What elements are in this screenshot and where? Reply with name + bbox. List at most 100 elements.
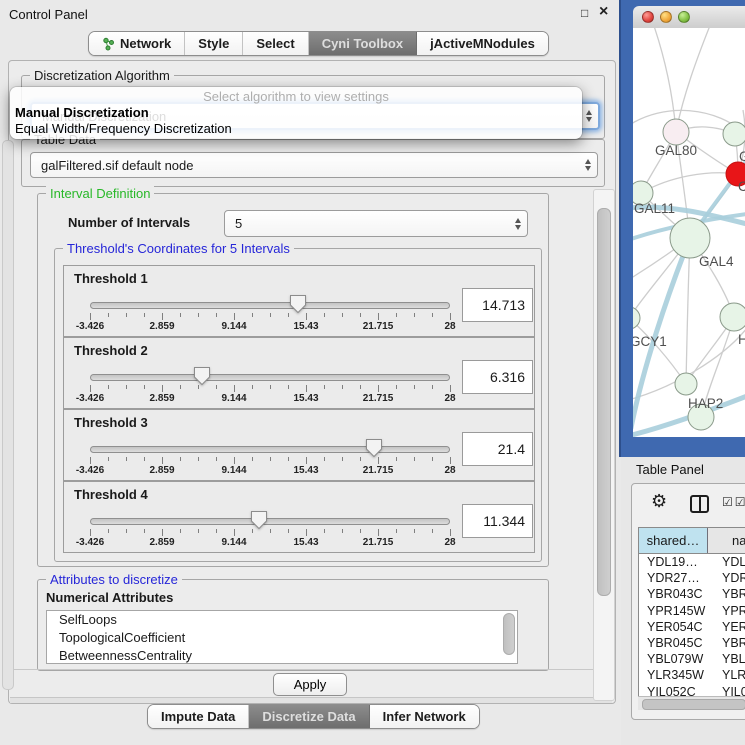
slider-minor-tick (342, 385, 343, 389)
slider-tick-label: 9.144 (212, 321, 256, 332)
slider-minor-tick (108, 529, 109, 533)
threshold-value-field[interactable]: 6.316 (462, 360, 533, 394)
tab-cyni-toolbox[interactable]: Cyni Toolbox (309, 32, 417, 55)
table-row[interactable]: YLR345WYLR3 (639, 667, 745, 683)
minimize-traffic-light-icon[interactable] (660, 11, 672, 23)
threshold-value-field[interactable]: 14.713 (462, 288, 533, 322)
slider-major-tick (90, 457, 91, 464)
close-traffic-light-icon[interactable] (642, 11, 654, 23)
slider-major-tick (378, 385, 379, 392)
content-scrollbar-thumb[interactable] (597, 208, 611, 596)
table-row[interactable]: YBR045CYBR0 (639, 635, 745, 651)
number-of-intervals-combobox[interactable]: 5 (224, 210, 528, 237)
threshold-label: Threshold 3 (74, 415, 148, 430)
network-node[interactable] (670, 218, 710, 258)
cell-name: YBL0 (715, 651, 745, 667)
slider-tick-label: 28 (428, 537, 472, 548)
slider-tick-label: 28 (428, 393, 472, 404)
cell-shared-name: YDL19… (639, 554, 715, 570)
slider-tick-label: 9.144 (212, 465, 256, 476)
apply-button[interactable]: Apply (273, 673, 347, 696)
threshold-value-field[interactable]: 21.4 (462, 432, 533, 466)
table-row[interactable]: YDR27…YDR2 (639, 570, 745, 586)
threshold-value-field[interactable]: 11.344 (462, 504, 533, 538)
network-node[interactable] (663, 119, 689, 145)
network-edge-thick[interactable] (633, 238, 690, 428)
attribute-list-item[interactable]: TopologicalCoefficient (47, 629, 517, 647)
cell-name: YPR1 (715, 603, 745, 619)
cell-name: YER0 (715, 619, 745, 635)
table-hscrollbar[interactable] (638, 696, 745, 710)
network-window-titlebar[interactable] (633, 6, 745, 29)
slider-minor-tick (324, 385, 325, 389)
network-desktop: GAL80GACGAL11GAL4GCY1HHAP2 Table Panel ⚙… (619, 0, 745, 457)
algorithm-option-manual[interactable]: Manual Discretization (15, 105, 577, 121)
tab-network[interactable]: Network (89, 32, 185, 55)
network-node[interactable] (633, 307, 640, 329)
table-hscrollbar-thumb[interactable] (642, 699, 745, 710)
tab-label: Impute Data (161, 709, 235, 724)
cell-shared-name: YBL079W (639, 651, 715, 667)
network-node-label: GAL80 (655, 143, 697, 158)
network-node[interactable] (720, 303, 745, 331)
network-node[interactable] (723, 122, 745, 146)
slider-minor-tick (198, 457, 199, 461)
slider-minor-tick (414, 457, 415, 461)
column-header-shared-name[interactable]: shared… (639, 528, 708, 553)
tab-impute-data[interactable]: Impute Data (148, 705, 249, 728)
network-node-label: GCY1 (633, 334, 667, 349)
cell-name: YLR3 (715, 667, 745, 683)
close-window-icon[interactable]: × (599, 3, 608, 21)
slider-track[interactable] (90, 302, 450, 309)
tab-discretize-data[interactable]: Discretize Data (249, 705, 369, 728)
network-edge[interactable] (653, 28, 676, 132)
tab-infer-network[interactable]: Infer Network (370, 705, 479, 728)
thresholds-group: Threshold's Coordinates for 5 Intervals … (54, 248, 542, 562)
network-node[interactable] (675, 373, 697, 395)
float-window-icon[interactable]: □ (581, 6, 588, 20)
split-columns-icon[interactable] (690, 495, 709, 513)
slider-track[interactable] (90, 374, 450, 381)
attribute-list-item[interactable]: BetweennessCentrality (47, 647, 517, 664)
tab-style[interactable]: Style (185, 32, 243, 55)
table-data-group: Table Data galFiltered.sif default node (21, 139, 605, 187)
slider-minor-tick (414, 529, 415, 533)
divider (10, 669, 612, 670)
table-row[interactable]: YBR043CYBR0 (639, 586, 745, 602)
panel-title: Control Panel (9, 7, 88, 22)
numerical-attributes-list[interactable]: SelfLoopsTopologicalCoefficientBetweenne… (46, 610, 518, 664)
slider-thumb[interactable] (365, 438, 383, 463)
gear-icon[interactable]: ⚙ (651, 491, 667, 512)
slider-track[interactable] (90, 518, 450, 525)
slider-track[interactable] (90, 446, 450, 453)
table-data-combobox[interactable]: galFiltered.sif default node (30, 152, 598, 178)
slider-major-tick (378, 529, 379, 536)
table-row[interactable]: YDL19…YDL1 (639, 554, 745, 570)
slider-tick-label: 2.859 (140, 321, 184, 332)
network-edge[interactable] (686, 238, 690, 384)
slider-thumb[interactable] (289, 294, 307, 319)
slider-minor-tick (396, 385, 397, 389)
slider-major-tick (306, 385, 307, 392)
table-row[interactable]: YER054CYER0 (639, 619, 745, 635)
table-row[interactable]: YPR145WYPR1 (639, 603, 745, 619)
slider-thumb[interactable] (250, 510, 268, 535)
network-edge[interactable] (676, 28, 711, 132)
table-row[interactable]: YBL079WYBL0 (639, 651, 745, 667)
algorithm-option-equal-width[interactable]: Equal Width/Frequency Discretization (15, 121, 577, 137)
content-scrollbar-track[interactable] (593, 189, 615, 701)
slider-thumb[interactable] (193, 366, 211, 391)
zoom-traffic-light-icon[interactable] (678, 11, 690, 23)
cell-shared-name: YER054C (639, 619, 715, 635)
checkbox-columns-icon[interactable]: ☑☑ (722, 495, 745, 509)
left-scrollbar-track[interactable] (2, 140, 14, 690)
attributes-list-scrollbar[interactable] (503, 613, 515, 655)
network-view-canvas[interactable]: GAL80GACGAL11GAL4GCY1HHAP2 (633, 28, 745, 437)
slider-minor-tick (252, 385, 253, 389)
tab-jactivemnodules[interactable]: jActiveMNodules (417, 32, 548, 55)
slider-major-tick (234, 385, 235, 392)
tab-select[interactable]: Select (243, 32, 308, 55)
cell-shared-name: YBR043C (639, 586, 715, 602)
attribute-list-item[interactable]: SelfLoops (47, 611, 517, 629)
column-header-name[interactable]: name (708, 528, 745, 553)
